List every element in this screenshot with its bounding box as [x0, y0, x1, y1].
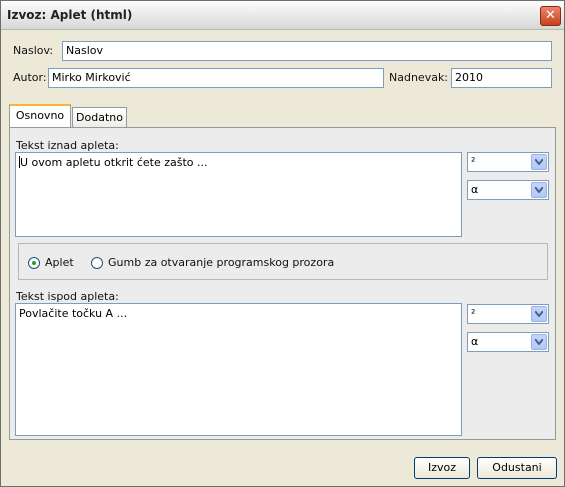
- chevron-down-icon[interactable]: [531, 306, 547, 322]
- text-below-label: Tekst ispod apleta:: [16, 290, 119, 303]
- combo-value: ²: [471, 155, 476, 168]
- superscript-combo-below[interactable]: ²: [467, 304, 549, 324]
- title-bar[interactable]: Izvoz: Aplet (html) ✕: [1, 1, 564, 30]
- date-field[interactable]: 2010: [451, 68, 552, 88]
- author-label: Autor:: [13, 71, 47, 84]
- title-field[interactable]: Naslov: [62, 41, 552, 61]
- close-button[interactable]: ✕: [540, 6, 561, 26]
- close-icon: ✕: [545, 8, 556, 23]
- radio-applet[interactable]: [28, 257, 40, 269]
- chevron-down-icon[interactable]: [531, 182, 547, 198]
- tab-dodatno[interactable]: Dodatno: [72, 107, 127, 129]
- text-below-value: Povlačite točku A ...: [19, 307, 128, 320]
- text-above-area[interactable]: U ovom apletu otkrit ćete zašto ...: [15, 152, 462, 237]
- radio-applet-label[interactable]: Aplet: [45, 256, 74, 269]
- symbol-combo-below[interactable]: α: [467, 332, 549, 352]
- chevron-down-icon[interactable]: [531, 154, 547, 170]
- combo-value: ²: [471, 307, 476, 320]
- symbol-combo-above[interactable]: α: [467, 180, 549, 200]
- text-above-value: U ovom apletu otkrit ćete zašto ...: [20, 156, 208, 169]
- tab-osnovno[interactable]: Osnovno: [9, 104, 71, 128]
- text-above-label: Tekst iznad apleta:: [16, 139, 119, 152]
- cancel-button[interactable]: Odustani: [477, 457, 557, 479]
- superscript-combo-above[interactable]: ²: [467, 152, 549, 172]
- export-dialog: Izvoz: Aplet (html) ✕ Naslov: Naslov Aut…: [0, 0, 565, 487]
- chevron-down-icon[interactable]: [531, 334, 547, 350]
- date-label: Nadnevak:: [389, 71, 449, 84]
- radio-open-window-label[interactable]: Gumb za otvaranje programskog prozora: [108, 256, 334, 269]
- text-below-area[interactable]: Povlačite točku A ...: [15, 303, 462, 436]
- window-title: Izvoz: Aplet (html): [7, 8, 133, 22]
- author-field[interactable]: Mirko Mirković: [48, 68, 384, 88]
- radio-selected-dot: [32, 261, 36, 265]
- combo-value: α: [471, 183, 479, 196]
- title-label: Naslov:: [13, 44, 54, 57]
- radio-open-window-button[interactable]: [91, 257, 103, 269]
- combo-value: α: [471, 335, 479, 348]
- export-button[interactable]: Izvoz: [414, 457, 470, 479]
- display-mode-group: Aplet Gumb za otvaranje programskog proz…: [18, 243, 548, 280]
